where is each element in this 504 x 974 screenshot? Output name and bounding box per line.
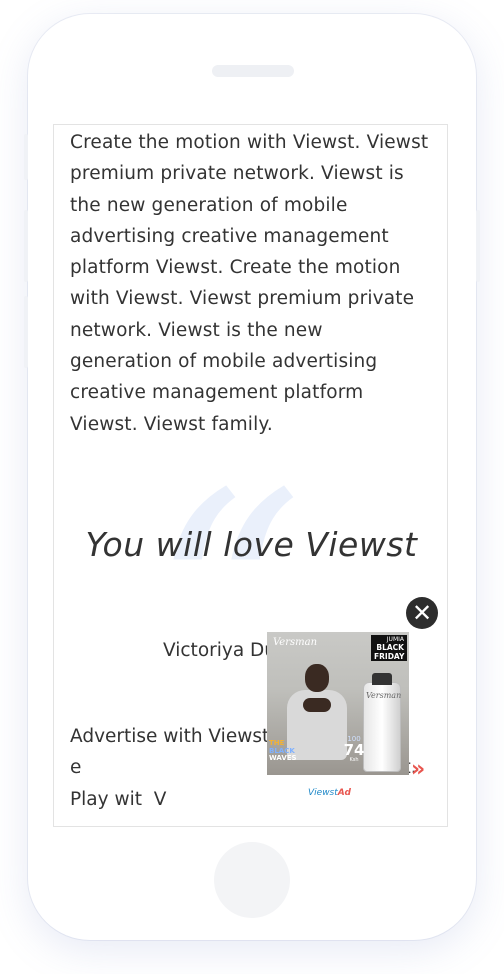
home-button[interactable] [214, 842, 290, 918]
ad-next-icon[interactable]: » [411, 757, 425, 782]
side-button-power [476, 210, 480, 282]
ad-banner[interactable]: Versman JUMIA BLACK FRIDAY Versman THE B… [267, 632, 409, 775]
ad-footer-ad: Ad [337, 788, 351, 798]
ad-bottle-label: Versman [366, 691, 402, 700]
side-button-volume-down [24, 296, 28, 368]
phone-speaker [212, 65, 294, 77]
close-icon: ✕ [411, 599, 433, 627]
ad-badge-main: BLACK FRIDAY [374, 642, 405, 661]
ad-promo-line3: WAVES [269, 754, 297, 763]
ad-footer-logo[interactable]: ViewstAd [308, 788, 351, 798]
ad-promo-text: THE BLACK WAVES [269, 739, 303, 763]
ad-close-button[interactable]: ✕ [406, 597, 438, 629]
article-paragraph: Create the motion with Viewst. Viewst pr… [70, 132, 429, 435]
ad-brand-logo: Versman [273, 637, 318, 648]
ad-new-price: 74 [343, 741, 365, 759]
side-button-silent [24, 134, 28, 180]
ad-footer-brand: Viewst [308, 788, 338, 798]
quote-author: Victoriya Dul [163, 640, 282, 661]
side-button-volume-up [24, 210, 28, 282]
ad-black-friday-badge: JUMIA BLACK FRIDAY [371, 635, 407, 661]
ad-price: 100 74 Ksh [339, 736, 369, 763]
quote-text: You will love Viewst [85, 525, 418, 564]
